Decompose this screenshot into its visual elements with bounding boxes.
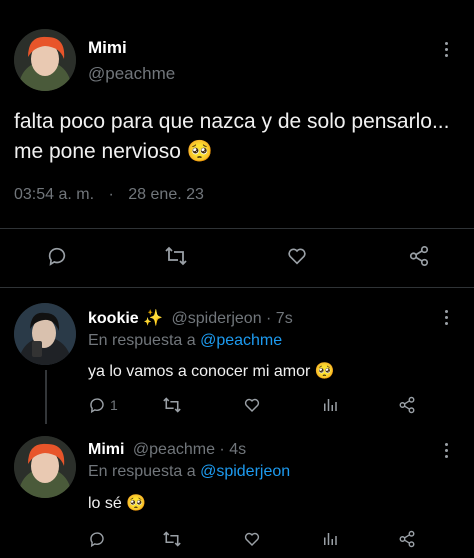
reply-icon[interactable]: [88, 530, 106, 548]
reply2-text-body: lo sé: [88, 495, 122, 512]
author-handle[interactable]: @peachme: [88, 64, 175, 84]
share-icon[interactable]: [398, 530, 416, 548]
meta-separator: ·: [108, 186, 114, 203]
like-icon[interactable]: [286, 245, 308, 267]
more-icon[interactable]: [443, 42, 449, 57]
author-name[interactable]: Mimi: [88, 38, 127, 58]
pleading-face-emoji: 🥺: [186, 140, 213, 163]
reply1-text-body: ya lo vamos a conocer mi amor: [88, 363, 311, 380]
reply2-handle[interactable]: @peachme · 4s: [133, 441, 246, 458]
reply1-reply-count: 1: [110, 397, 118, 413]
more-icon[interactable]: [443, 443, 449, 458]
reply1-author-name[interactable]: kookie ✨: [88, 310, 163, 327]
reply1-reply-to-link[interactable]: @peachme: [200, 332, 282, 349]
reply1-header: kookie ✨ @spiderjeon · 7s: [88, 308, 293, 328]
thread-line: [45, 370, 47, 424]
reply-icon[interactable]: [46, 245, 68, 267]
tweet-date: 28 ene. 23: [128, 186, 204, 203]
reply1-reply-prefix: En respuesta a: [88, 332, 196, 349]
tweet-meta: 03:54 a. m. · 28 ene. 23: [14, 186, 204, 204]
reply2-author-name[interactable]: Mimi: [88, 441, 124, 458]
reply1-handle[interactable]: @spiderjeon · 7s: [172, 310, 293, 327]
like-icon[interactable]: [243, 530, 261, 548]
reply2-header: Mimi @peachme · 4s: [88, 441, 246, 459]
tweet-text-line2: me pone nervioso: [14, 140, 181, 163]
tweet-text-line1: falta poco para que nazca y de solo pens…: [14, 110, 450, 133]
tweet-text: falta poco para que nazca y de solo pens…: [14, 107, 469, 167]
more-icon[interactable]: [443, 310, 449, 325]
divider-top: [0, 228, 474, 229]
retweet-icon[interactable]: [162, 530, 182, 548]
reply2-context: En respuesta a @spiderjeon: [88, 463, 290, 481]
share-icon[interactable]: [398, 396, 416, 414]
share-icon[interactable]: [408, 245, 430, 267]
retweet-icon[interactable]: [162, 396, 182, 414]
avatar-kookie[interactable]: [14, 303, 76, 365]
views-icon[interactable]: [321, 396, 339, 414]
views-icon[interactable]: [321, 530, 339, 548]
reply2-reply-to-link[interactable]: @spiderjeon: [200, 463, 290, 480]
reply1-context: En respuesta a @peachme: [88, 332, 282, 350]
reply2-reply-prefix: En respuesta a: [88, 463, 196, 480]
retweet-icon[interactable]: [164, 245, 188, 267]
avatar-mimi[interactable]: [14, 436, 76, 498]
pleading-face-emoji: 🥺: [126, 495, 147, 512]
pleading-face-emoji: 🥺: [314, 363, 335, 380]
tweet-time: 03:54 a. m.: [14, 186, 95, 203]
reply2-text: lo sé 🥺: [88, 493, 146, 513]
like-icon[interactable]: [243, 396, 261, 414]
avatar-mimi[interactable]: [14, 29, 76, 91]
reply1-text: ya lo vamos a conocer mi amor 🥺: [88, 361, 335, 381]
divider-bottom: [0, 287, 474, 288]
reply-icon[interactable]: 1: [88, 396, 118, 414]
